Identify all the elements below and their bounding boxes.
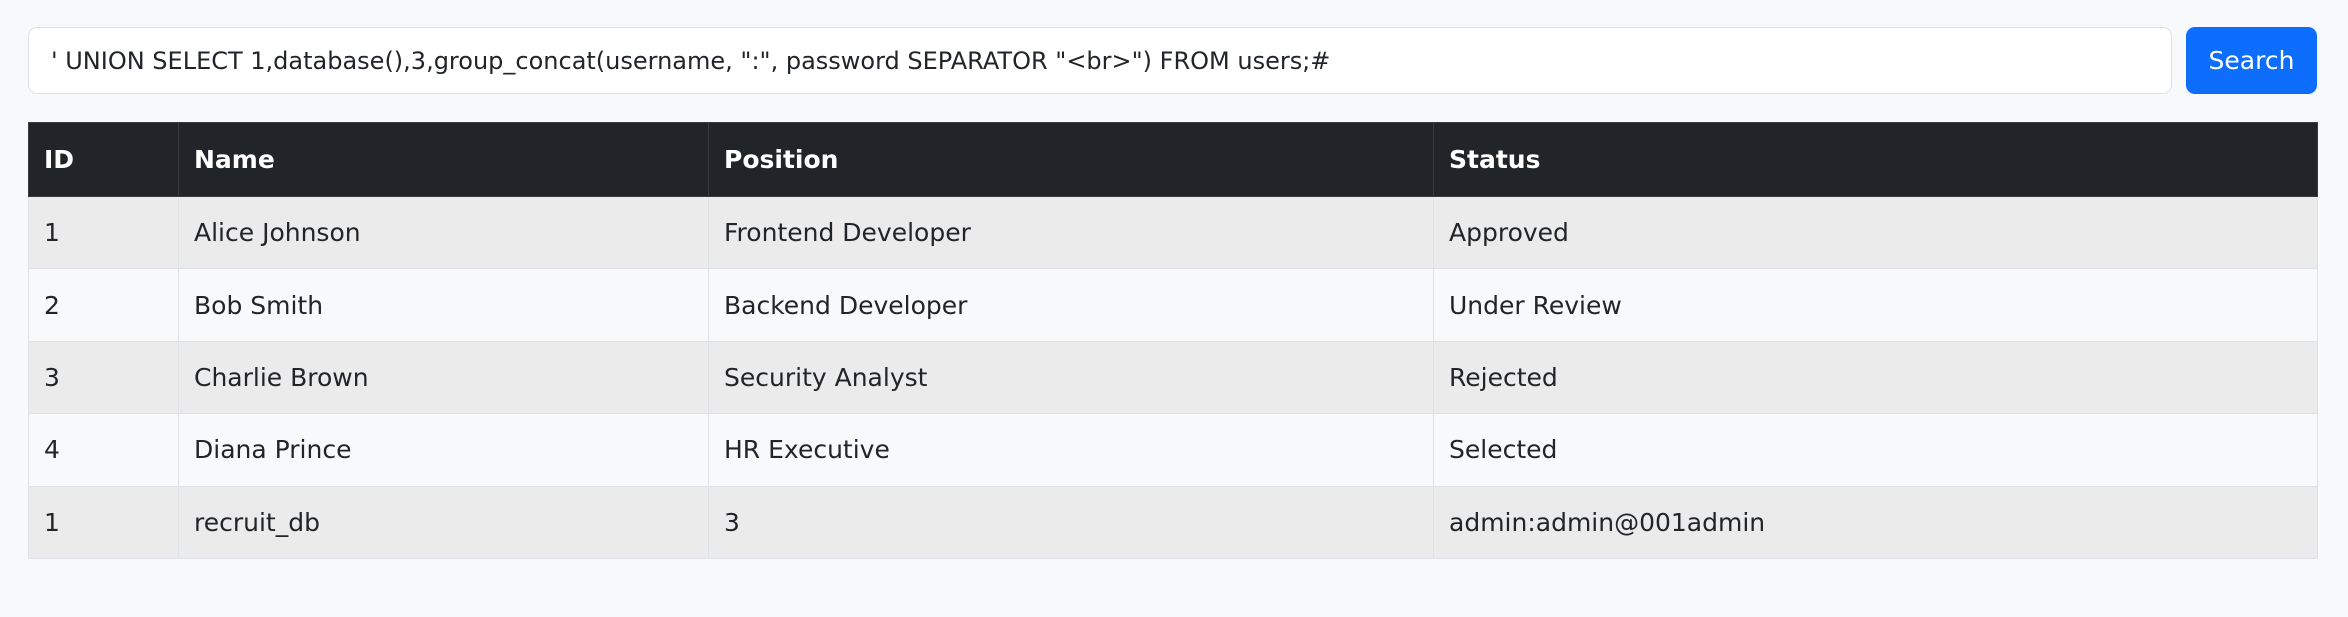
cell-id: 3 [28,340,179,415]
column-header-id: ID [28,122,179,197]
cell-status: Under Review [1433,268,2318,342]
search-form: Search [28,27,2317,94]
cell-id: 2 [28,268,179,342]
cell-position: Frontend Developer [708,195,1434,270]
table-row: 2 Bob Smith Backend Developer Under Revi… [28,268,2318,342]
cell-status: admin:admin@001admin [1433,485,2318,559]
cell-position: HR Executive [708,413,1434,487]
cell-name: Diana Prince [178,413,709,487]
cell-status: Approved [1433,195,2318,270]
cell-position: 3 [708,485,1434,559]
table-row: 1 Alice Johnson Frontend Developer Appro… [28,195,2318,270]
cell-name: recruit_db [178,485,709,559]
table-header: ID Name Position Status [28,122,2318,197]
column-header-position: Position [708,122,1434,197]
cell-name: Bob Smith [178,268,709,342]
cell-name: Charlie Brown [178,340,709,415]
cell-id: 1 [28,485,179,559]
table-row: 4 Diana Prince HR Executive Selected [28,413,2318,487]
column-header-status: Status [1433,122,2318,197]
table-row: 1 recruit_db 3 admin:admin@001admin [28,485,2318,559]
table-body: 1 Alice Johnson Frontend Developer Appro… [28,195,2318,559]
cell-name: Alice Johnson [178,195,709,270]
cell-position: Backend Developer [708,268,1434,342]
cell-status: Selected [1433,413,2318,487]
cell-status: Rejected [1433,340,2318,415]
column-header-name: Name [178,122,709,197]
header-row: ID Name Position Status [28,122,2318,197]
results-table: ID Name Position Status 1 Alice Johnson … [28,122,2318,559]
cell-id: 4 [28,413,179,487]
search-button[interactable]: Search [2186,27,2317,94]
table-row: 3 Charlie Brown Security Analyst Rejecte… [28,340,2318,415]
cell-position: Security Analyst [708,340,1434,415]
cell-id: 1 [28,195,179,270]
search-input[interactable] [28,27,2172,94]
